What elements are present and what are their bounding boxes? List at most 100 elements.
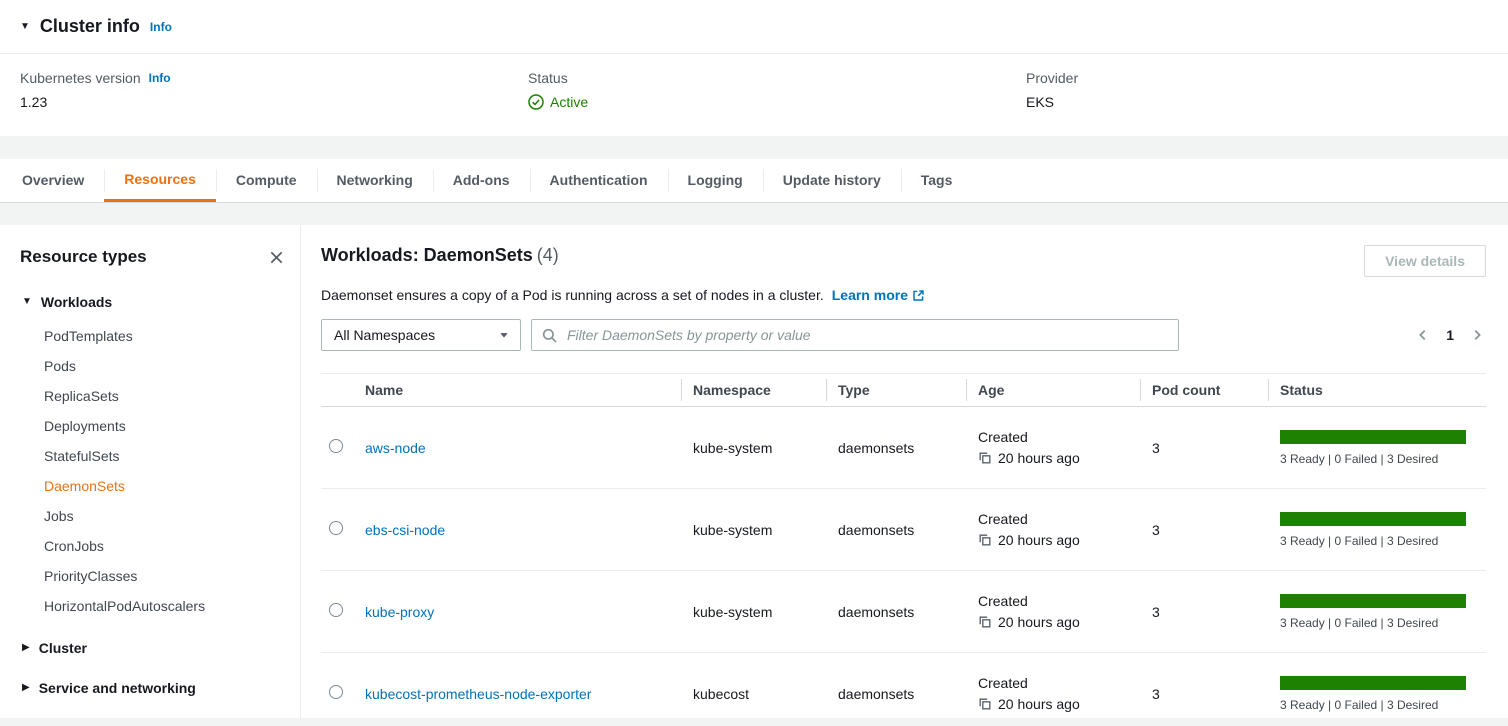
column-header-age[interactable]: Age (976, 382, 1150, 398)
age-cell: Created 20 hours ago (976, 591, 1150, 633)
status-value: Active (550, 94, 588, 110)
kubernetes-version-value: 1.23 (20, 94, 528, 110)
column-header-type[interactable]: Type (836, 382, 976, 398)
kubernetes-version-info-link[interactable]: Info (149, 71, 171, 85)
daemonsets-panel: Workloads: DaemonSets(4) View details Da… (301, 225, 1508, 718)
table-row: kubecost-prometheus-node-exporter kubeco… (321, 653, 1486, 718)
daemonset-name-link[interactable]: aws-node (365, 440, 426, 456)
tab-add-ons[interactable]: Add-ons (433, 159, 530, 202)
resources-content: Resource types ▼ Workloads PodTemplates … (0, 225, 1508, 718)
sidebar-group-cluster[interactable]: ▶ Cluster (22, 635, 284, 661)
sidebar-item-podtemplates[interactable]: PodTemplates (20, 321, 284, 351)
caret-down-icon: ▼ (22, 297, 32, 307)
age-cell: Created 20 hours ago (976, 673, 1150, 715)
pod-count-cell: 3 (1150, 440, 1278, 456)
sidebar-item-daemonsets[interactable]: DaemonSets (20, 471, 284, 501)
table-row: ebs-csi-node kube-system daemonsets Crea… (321, 489, 1486, 571)
tab-authentication[interactable]: Authentication (530, 159, 668, 202)
previous-page-icon[interactable] (1416, 328, 1430, 342)
status-progress-bar (1280, 594, 1466, 608)
daemonset-name-link[interactable]: kubecost-prometheus-node-exporter (365, 686, 591, 702)
age-cell: Created 20 hours ago (976, 509, 1150, 551)
provider-field: Provider EKS (1026, 70, 1488, 110)
search-icon (542, 328, 557, 343)
column-header-namespace[interactable]: Namespace (691, 382, 836, 398)
filter-search-box (531, 319, 1179, 351)
type-cell: daemonsets (836, 604, 976, 620)
copy-icon[interactable] (978, 615, 992, 629)
sidebar-item-statefulsets[interactable]: StatefulSets (20, 441, 284, 471)
type-cell: daemonsets (836, 686, 976, 702)
tab-networking[interactable]: Networking (317, 159, 433, 202)
tab-overview[interactable]: Overview (2, 159, 104, 202)
row-radio-button[interactable] (329, 603, 343, 617)
workloads-item-list: PodTemplates Pods ReplicaSets Deployment… (20, 321, 284, 621)
caret-right-icon: ▶ (22, 683, 30, 693)
table-header-row: Name Namespace Type Age Pod count Status (321, 373, 1486, 407)
status-progress-bar (1280, 512, 1466, 526)
sidebar-item-pods[interactable]: Pods (20, 351, 284, 381)
close-icon[interactable] (269, 250, 284, 265)
sidebar-item-cronjobs[interactable]: CronJobs (20, 531, 284, 561)
tab-update-history[interactable]: Update history (763, 159, 901, 202)
current-page-number[interactable]: 1 (1446, 327, 1454, 343)
learn-more-link[interactable]: Learn more (832, 287, 925, 303)
status-text: 3 Ready | 0 Failed | 3 Desired (1280, 534, 1466, 548)
provider-value: EKS (1026, 94, 1488, 110)
kubernetes-version-label: Kubernetes version (20, 70, 141, 86)
sidebar-title: Resource types (20, 247, 147, 267)
status-text: 3 Ready | 0 Failed | 3 Desired (1280, 698, 1466, 712)
pagination: 1 (1416, 327, 1486, 343)
daemonsets-count: (4) (537, 245, 559, 265)
copy-icon[interactable] (978, 533, 992, 547)
namespace-cell: kubecost (691, 686, 836, 702)
status-label: Status (528, 70, 568, 86)
caret-right-icon: ▶ (22, 643, 30, 653)
sidebar-item-horizontalpodautoscalers[interactable]: HorizontalPodAutoscalers (20, 591, 284, 621)
column-header-name[interactable]: Name (363, 382, 691, 398)
view-details-button[interactable]: View details (1364, 245, 1486, 277)
pod-count-cell: 3 (1150, 686, 1278, 702)
status-field: Status Active (528, 70, 1026, 110)
age-cell: Created 20 hours ago (976, 427, 1150, 469)
info-link[interactable]: Info (150, 20, 172, 34)
row-radio-button[interactable] (329, 439, 343, 453)
namespace-cell: kube-system (691, 604, 836, 620)
filter-search-input[interactable] (565, 326, 1168, 344)
sidebar-item-priorityclasses[interactable]: PriorityClasses (20, 561, 284, 591)
panel-description: Daemonset ensures a copy of a Pod is run… (321, 287, 1486, 303)
row-radio-button[interactable] (329, 521, 343, 535)
external-link-icon (912, 289, 925, 302)
tab-resources[interactable]: Resources (104, 159, 216, 202)
column-header-status[interactable]: Status (1278, 382, 1486, 398)
caret-down-icon[interactable]: ▼ (20, 22, 30, 32)
sidebar-item-replicasets[interactable]: ReplicaSets (20, 381, 284, 411)
row-radio-button[interactable] (329, 685, 343, 699)
copy-icon[interactable] (978, 697, 992, 711)
sidebar-item-jobs[interactable]: Jobs (20, 501, 284, 531)
sidebar-item-deployments[interactable]: Deployments (20, 411, 284, 441)
status-progress-bar (1280, 676, 1466, 690)
daemonset-name-link[interactable]: ebs-csi-node (365, 522, 445, 538)
provider-label: Provider (1026, 70, 1078, 86)
status-cell: 3 Ready | 0 Failed | 3 Desired (1278, 594, 1486, 630)
kubernetes-version-field: Kubernetes version Info 1.23 (20, 70, 528, 110)
table-row: kube-proxy kube-system daemonsets Create… (321, 571, 1486, 653)
column-header-pod-count[interactable]: Pod count (1150, 382, 1278, 398)
sidebar-group-workloads[interactable]: ▼ Workloads (22, 289, 284, 315)
namespace-select[interactable]: All Namespaces (321, 319, 521, 351)
tab-logging[interactable]: Logging (668, 159, 763, 202)
table-row: aws-node kube-system daemonsets Created … (321, 407, 1486, 489)
tab-tags[interactable]: Tags (901, 159, 973, 202)
sidebar-group-service-and-networking[interactable]: ▶ Service and networking (22, 675, 284, 701)
status-text: 3 Ready | 0 Failed | 3 Desired (1280, 616, 1466, 630)
tab-compute[interactable]: Compute (216, 159, 317, 202)
pod-count-cell: 3 (1150, 604, 1278, 620)
next-page-icon[interactable] (1470, 328, 1484, 342)
panel-title: Workloads: DaemonSets(4) (321, 245, 559, 266)
resource-types-sidebar: Resource types ▼ Workloads PodTemplates … (0, 225, 301, 718)
daemonset-name-link[interactable]: kube-proxy (365, 604, 434, 620)
daemonsets-table: Name Namespace Type Age Pod count Status… (321, 373, 1486, 718)
copy-icon[interactable] (978, 451, 992, 465)
namespace-cell: kube-system (691, 522, 836, 538)
